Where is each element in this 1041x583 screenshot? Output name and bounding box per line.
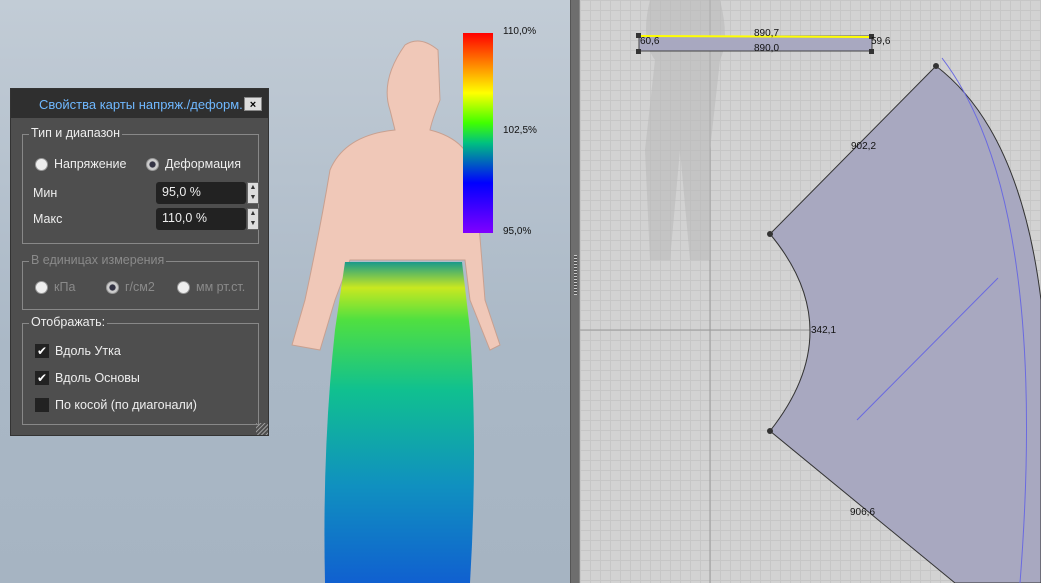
radio-stress[interactable]: Напряжение (35, 157, 126, 171)
group-label: Тип и диапазон (29, 126, 123, 140)
checkbox-icon: ✔ (35, 344, 49, 358)
legend-max: 110,0% (503, 26, 537, 37)
radio-label: кПа (54, 280, 76, 294)
checkbox-label: По косой (по диагонали) (55, 398, 197, 412)
checkbox-warp[interactable]: ✔ Вдоль Основы (35, 371, 140, 385)
measure-waistband-top: 890,7 (754, 28, 780, 39)
radio-label: мм рт.ст. (196, 280, 246, 294)
splitter[interactable] (570, 0, 580, 583)
resize-grip[interactable] (256, 423, 268, 435)
radio-strain[interactable]: Деформация (146, 157, 241, 171)
measure-side-top: 902,2 (851, 141, 877, 152)
skirt-strain-map (324, 262, 474, 583)
group-label: В единицах измерения (29, 253, 167, 267)
radio-icon (35, 157, 48, 171)
radio-icon (35, 280, 48, 294)
type-range-group: Тип и диапазон Напряжение Деформация Мин… (22, 126, 259, 244)
legend-min: 95,0% (503, 226, 532, 237)
checkbox-icon: ✔ (35, 371, 49, 385)
checkbox-bias[interactable]: По косой (по диагонали) (35, 398, 197, 412)
radio-icon (177, 280, 190, 294)
radio-kpa: кПа (35, 280, 75, 294)
measure-right-end: 59,6 (871, 36, 891, 47)
2d-pattern-view[interactable]: 890,7 890,0 60,6 59,6 902,2 342,1 906,6 (580, 0, 1041, 583)
radio-label: г/см2 (125, 280, 155, 294)
max-spinner[interactable]: ▲ ▼ (247, 208, 259, 230)
measure-side-bottom: 906,6 (850, 507, 876, 518)
radio-mmhg: мм рт.ст. (177, 280, 245, 294)
close-button[interactable]: × (244, 97, 262, 111)
measure-inner-arc: 342,1 (811, 325, 837, 336)
max-label: Макс (33, 212, 63, 226)
radio-gcm2: г/см2 (106, 280, 155, 294)
group-label: Отображать: (29, 315, 108, 329)
legend-mid: 102,5% (503, 125, 537, 136)
checkbox-icon (35, 398, 49, 412)
checkbox-label: Вдоль Основы (55, 371, 140, 385)
min-label: Мин (33, 186, 58, 200)
panel-title: Свойства карты напряж./деформ. (11, 89, 268, 118)
checkbox-weft[interactable]: ✔ Вдоль Утка (35, 344, 121, 358)
max-input[interactable]: 110,0 % (156, 208, 246, 230)
min-spinner[interactable]: ▲ ▼ (247, 182, 259, 204)
radio-label: Напряжение (54, 157, 127, 171)
units-group: В единицах измерения кПа г/см2 мм рт.ст. (22, 253, 259, 310)
splitter-grip[interactable] (574, 255, 577, 295)
radio-icon (106, 280, 119, 294)
pattern-canvas (580, 0, 1041, 583)
display-group: Отображать: ✔ Вдоль Утка ✔ Вдоль Основы По… (22, 315, 259, 425)
min-input[interactable]: 95,0 % (156, 182, 246, 204)
measure-waistband-bottom: 890,0 (754, 43, 780, 54)
measure-left-end: 60,6 (640, 36, 660, 47)
radio-icon (146, 157, 159, 171)
checkbox-label: Вдоль Утка (55, 344, 121, 358)
3d-viewport[interactable]: 110,0% 102,5% 95,0% Свойства карты напря… (0, 0, 570, 583)
radio-label: Деформация (165, 157, 242, 171)
color-legend-bar (463, 33, 493, 233)
stress-map-properties-panel: Свойства карты напряж./деформ. × Тип и д… (10, 88, 269, 436)
